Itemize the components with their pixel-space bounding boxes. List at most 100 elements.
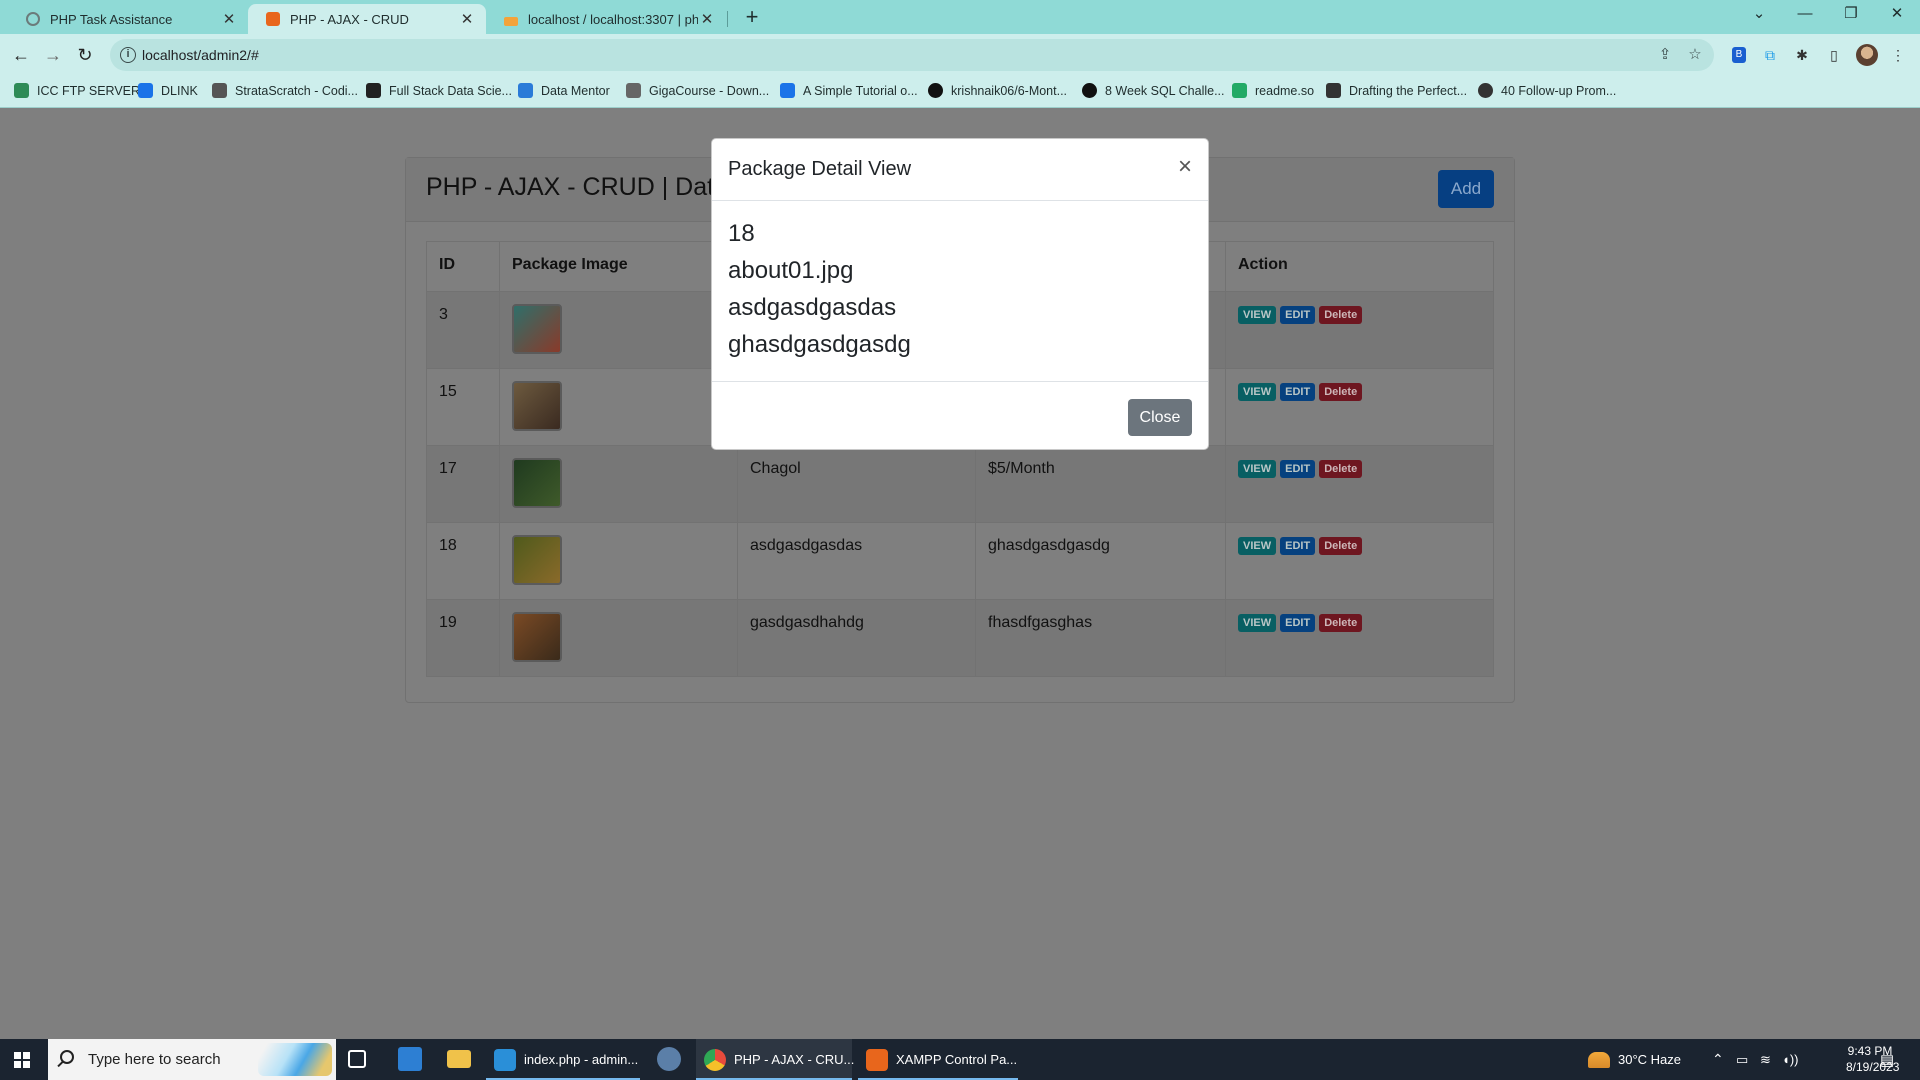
page-title: PHP - AJAX - CRUD | Data <box>426 173 728 201</box>
bookmark-item[interactable]: StrataScratch - Codi... <box>212 83 358 98</box>
weather-widget[interactable]: 30°C Haze <box>1588 1039 1681 1080</box>
volume-icon[interactable]: ◖)) <box>1782 1039 1799 1080</box>
tab-php-ajax-crud[interactable]: PHP - AJAX - CRUD ✕ <box>248 4 486 34</box>
bookmark-item[interactable]: 40 Follow-up Prom... <box>1478 83 1616 98</box>
site-info-icon[interactable]: i <box>120 47 136 63</box>
package-thumbnail <box>512 458 562 508</box>
wifi-icon[interactable]: ≋ <box>1760 1039 1771 1080</box>
bookmark-favicon-icon <box>212 83 227 98</box>
bookmark-item[interactable]: DLINK <box>138 83 198 98</box>
profile-avatar[interactable] <box>1856 44 1878 66</box>
chatgpt-icon <box>26 12 40 26</box>
bookmark-favicon-icon <box>1232 83 1247 98</box>
cell-actions: VIEW EDIT Delete <box>1225 599 1494 677</box>
tab-search-icon[interactable]: ⌄ <box>1736 0 1782 30</box>
translate-extension-icon[interactable]: ⧉ <box>1760 45 1780 65</box>
extensions-puzzle-icon[interactable]: ✱ <box>1792 45 1812 65</box>
bookmark-item[interactable]: 8 Week SQL Challe... <box>1082 83 1225 98</box>
add-button[interactable]: Add <box>1438 170 1494 208</box>
close-tab-icon[interactable]: ✕ <box>458 10 476 28</box>
cell-image <box>499 291 738 369</box>
reload-icon[interactable]: ↻ <box>72 42 98 68</box>
close-tab-icon[interactable]: ✕ <box>698 10 716 28</box>
address-bar[interactable]: i localhost/admin2/# ⇪ ☆ <box>110 39 1714 71</box>
modal-title: Package Detail View <box>728 158 912 180</box>
bookmark-item[interactable]: GigaCourse - Down... <box>626 83 769 98</box>
file-explorer-icon[interactable] <box>447 1050 471 1068</box>
delete-button[interactable]: Delete <box>1319 383 1363 401</box>
view-button[interactable]: VIEW <box>1238 306 1277 324</box>
edit-button[interactable]: EDIT <box>1280 614 1316 632</box>
delete-button[interactable]: Delete <box>1319 306 1363 324</box>
bookmark-label: ICC FTP SERVER <box>37 83 141 98</box>
bookmark-item[interactable]: A Simple Tutorial o... <box>780 83 918 98</box>
taskbar-app-chrome[interactable]: PHP - AJAX - CRU... <box>696 1039 855 1080</box>
bookmark-item[interactable]: Drafting the Perfect... <box>1326 83 1467 98</box>
detail-name: asdgasdgasdas <box>728 294 897 321</box>
task-view-icon[interactable] <box>348 1050 366 1068</box>
close-tab-icon[interactable]: ✕ <box>220 10 238 28</box>
url-text[interactable]: localhost/admin2/# <box>142 47 259 63</box>
table-row: 17 Chagol $5/Month VIEW EDIT Delete <box>426 445 1494 523</box>
detail-image-filename: about01.jpg <box>728 257 854 284</box>
bookmark-item[interactable]: Full Stack Data Scie... <box>366 83 512 98</box>
cell-price: $5/Month <box>975 445 1226 523</box>
restore-icon[interactable]: ❐ <box>1828 0 1874 30</box>
meet-now-icon[interactable]: ▭ <box>1736 1039 1748 1080</box>
view-button[interactable]: VIEW <box>1238 537 1277 555</box>
search-highlight-image <box>258 1043 332 1076</box>
edit-button[interactable]: EDIT <box>1280 306 1316 324</box>
delete-button[interactable]: Delete <box>1319 614 1363 632</box>
detail-price: ghasdgasdgasdg <box>728 331 911 358</box>
weather-haze-icon <box>1588 1051 1610 1068</box>
close-icon[interactable]: × <box>1178 155 1192 179</box>
close-window-icon[interactable]: ✕ <box>1874 0 1920 30</box>
show-hidden-icons-icon[interactable]: ⌃ <box>1712 1039 1724 1080</box>
back-arrow-icon[interactable]: ← <box>8 42 34 68</box>
close-button[interactable]: Close <box>1128 399 1192 436</box>
tab-phpmyadmin[interactable]: localhost / localhost:3307 | phpMy ✕ <box>486 4 726 34</box>
microsoft-store-icon[interactable] <box>398 1047 422 1071</box>
taskbar-search-box[interactable]: Type here to search <box>48 1039 336 1080</box>
taskbar-app-label: XAMPP Control Pa... <box>896 1052 1018 1067</box>
cell-actions: VIEW EDIT Delete <box>1225 522 1494 600</box>
windows-start-icon[interactable] <box>14 1052 30 1068</box>
package-thumbnail <box>512 535 562 585</box>
delete-button[interactable]: Delete <box>1319 537 1363 555</box>
bookmark-item[interactable]: readme.so <box>1232 83 1314 98</box>
edit-button[interactable]: EDIT <box>1280 460 1316 478</box>
delete-button[interactable]: Delete <box>1319 460 1363 478</box>
modal-body: 18 about01.jpg asdgasdgasdas ghasdgasdga… <box>728 215 911 363</box>
taskbar-app-xampp[interactable]: XAMPP Control Pa... <box>858 1039 1018 1080</box>
bookmark-item[interactable]: krishnaik06/6-Mont... <box>928 83 1067 98</box>
view-button[interactable]: VIEW <box>1238 460 1277 478</box>
github-icon <box>928 83 943 98</box>
minimize-icon[interactable]: — <box>1782 0 1828 30</box>
taskbar-app-label: PHP - AJAX - CRU... <box>734 1052 855 1067</box>
share-icon[interactable]: ⇪ <box>1656 46 1674 64</box>
bitwarden-extension-icon[interactable]: B <box>1732 47 1746 63</box>
cell-id: 3 <box>426 291 500 369</box>
view-button[interactable]: VIEW <box>1238 614 1277 632</box>
edit-button[interactable]: EDIT <box>1280 383 1316 401</box>
bookmark-label: DLINK <box>161 83 198 98</box>
notifications-icon[interactable]: ▤ <box>1880 1039 1894 1080</box>
new-tab-button[interactable]: + <box>738 4 766 32</box>
cell-image <box>499 368 738 446</box>
edit-button[interactable]: EDIT <box>1280 537 1316 555</box>
bookmark-item[interactable]: Data Mentor <box>518 83 610 98</box>
cell-actions: VIEW EDIT Delete <box>1225 291 1494 369</box>
forward-arrow-icon[interactable]: → <box>40 42 66 68</box>
tab-php-task-assistance[interactable]: PHP Task Assistance ✕ <box>8 4 248 34</box>
browser-menu-icon[interactable]: ⋮ <box>1888 45 1908 65</box>
bookmark-item[interactable]: ICC FTP SERVER <box>14 83 140 98</box>
bookmark-favicon-icon <box>518 83 533 98</box>
view-button[interactable]: VIEW <box>1238 383 1277 401</box>
side-panel-icon[interactable]: ▯ <box>1824 45 1844 65</box>
taskbar-app-vscode[interactable]: index.php - admin... <box>486 1039 640 1080</box>
xampp-icon <box>266 12 280 26</box>
bookmark-star-icon[interactable]: ☆ <box>1686 46 1704 64</box>
browser-toolbar: ← → ↻ i localhost/admin2/# ⇪ ☆ B ⧉ ✱ ▯ ⋮ <box>0 34 1920 76</box>
bookmark-favicon-icon <box>138 83 153 98</box>
postgresql-icon[interactable] <box>657 1047 681 1071</box>
